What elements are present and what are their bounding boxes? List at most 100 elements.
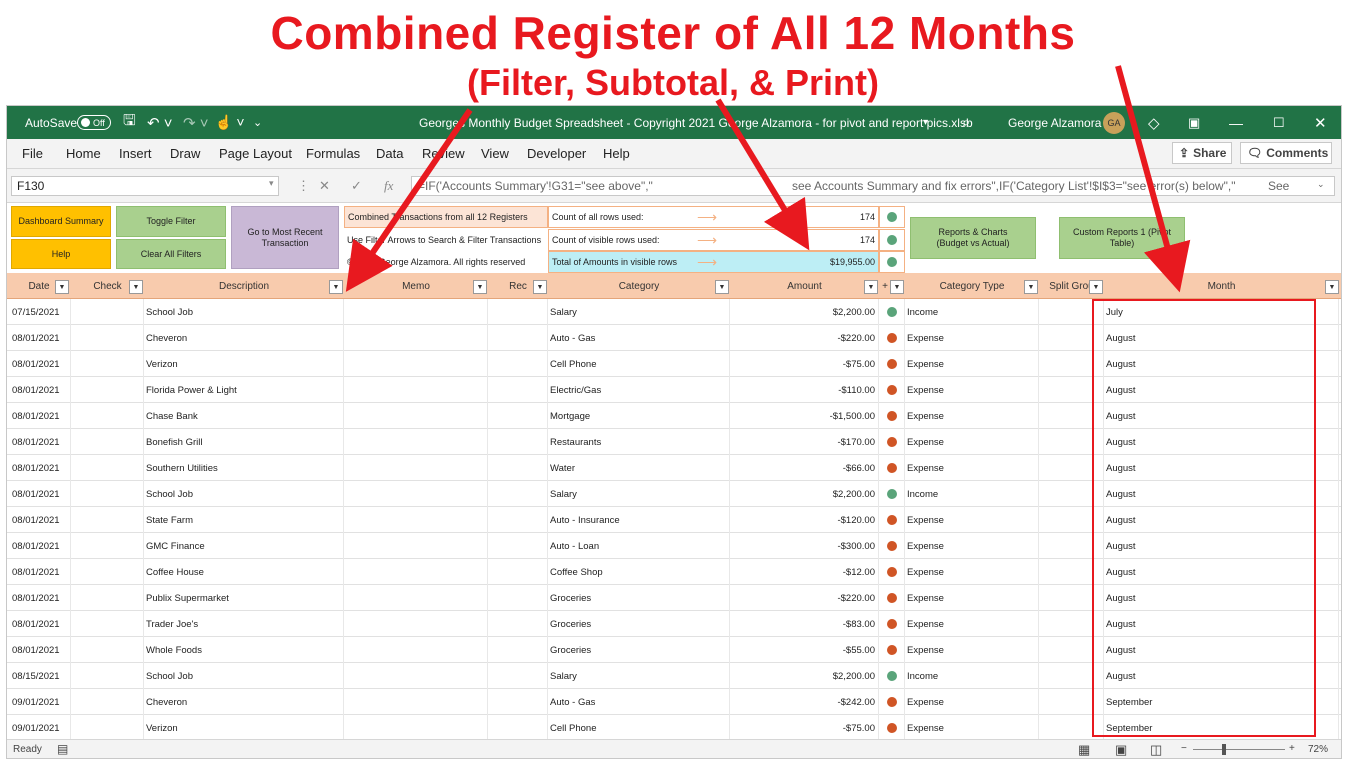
table-row[interactable]: 08/01/2021 Whole Foods Groceries -$55.00 Exp…: [7, 637, 1341, 663]
cell-type[interactable]: Expense: [905, 377, 1039, 403]
cell-amount[interactable]: -$66.00: [730, 455, 879, 481]
cell-category[interactable]: Auto - Insurance: [548, 507, 730, 533]
search-icon[interactable]: ⌕: [962, 106, 970, 139]
cell-date[interactable]: 08/01/2021: [7, 403, 71, 429]
cell-split[interactable]: [1039, 429, 1104, 455]
cell-month[interactable]: August: [1104, 455, 1339, 481]
close-icon[interactable]: ✕: [1314, 106, 1327, 139]
maximize-icon[interactable]: ☐: [1273, 106, 1285, 139]
tab-page-layout[interactable]: Page Layout: [219, 146, 292, 161]
cell-month[interactable]: August: [1104, 351, 1339, 377]
cell-category[interactable]: Cell Phone: [548, 715, 730, 739]
diamond-icon[interactable]: ◇: [1148, 106, 1160, 139]
cell-amount[interactable]: -$300.00: [730, 533, 879, 559]
cell-date[interactable]: 08/01/2021: [7, 481, 71, 507]
cell-split[interactable]: [1039, 715, 1104, 739]
tab-home[interactable]: Home: [66, 146, 101, 161]
cell-status[interactable]: [879, 403, 905, 429]
cell-rec[interactable]: [488, 689, 548, 715]
cell-memo[interactable]: [344, 299, 488, 325]
filter-flag-button[interactable]: ▼: [890, 280, 904, 294]
cancel-icon[interactable]: ✕: [319, 178, 330, 194]
tab-data[interactable]: Data: [376, 146, 403, 161]
tab-help[interactable]: Help: [603, 146, 630, 161]
cell-description[interactable]: Coffee House: [144, 559, 344, 585]
cell-rec[interactable]: [488, 611, 548, 637]
user-name[interactable]: George Alzamora: [1008, 106, 1101, 139]
table-row[interactable]: 08/01/2021 School Job Salary $2,200.00 Incom…: [7, 481, 1341, 507]
cell-memo[interactable]: [344, 325, 488, 351]
table-row[interactable]: 08/01/2021 Verizon Cell Phone -$75.00 Expens…: [7, 351, 1341, 377]
cell-category[interactable]: Auto - Loan: [548, 533, 730, 559]
filter-rec-button[interactable]: ▼: [533, 280, 547, 294]
cell-category[interactable]: Mortgage: [548, 403, 730, 429]
cell-check[interactable]: [71, 611, 144, 637]
cell-month[interactable]: August: [1104, 325, 1339, 351]
cell-rec[interactable]: [488, 429, 548, 455]
cell-amount[interactable]: -$120.00: [730, 507, 879, 533]
filter-category-button[interactable]: ▼: [715, 280, 729, 294]
cell-rec[interactable]: [488, 715, 548, 739]
cell-month[interactable]: August: [1104, 533, 1339, 559]
cell-status[interactable]: [879, 377, 905, 403]
cell-rec[interactable]: [488, 663, 548, 689]
cell-description[interactable]: Southern Utilities: [144, 455, 344, 481]
cell-category[interactable]: Groceries: [548, 585, 730, 611]
cell-month[interactable]: August: [1104, 507, 1339, 533]
cell-month[interactable]: August: [1104, 611, 1339, 637]
cell-memo[interactable]: [344, 507, 488, 533]
cell-category[interactable]: Cell Phone: [548, 351, 730, 377]
help-button[interactable]: Help: [11, 239, 111, 269]
cell-split[interactable]: [1039, 481, 1104, 507]
cell-status[interactable]: [879, 533, 905, 559]
cell-rec[interactable]: [488, 507, 548, 533]
cell-date[interactable]: 08/01/2021: [7, 611, 71, 637]
cell-date[interactable]: 08/01/2021: [7, 325, 71, 351]
cell-date[interactable]: 08/01/2021: [7, 533, 71, 559]
cell-amount[interactable]: -$242.00: [730, 689, 879, 715]
cell-description[interactable]: School Job: [144, 663, 344, 689]
cell-memo[interactable]: [344, 533, 488, 559]
table-row[interactable]: 09/01/2021 Cheveron Auto - Gas -$242.00 Expe…: [7, 689, 1341, 715]
cell-description[interactable]: Florida Power & Light: [144, 377, 344, 403]
custom-reports-button[interactable]: Custom Reports 1 (Pivot Table): [1059, 217, 1185, 259]
cell-date[interactable]: 08/01/2021: [7, 507, 71, 533]
cell-amount[interactable]: -$220.00: [730, 325, 879, 351]
cell-rec[interactable]: [488, 559, 548, 585]
cell-memo[interactable]: [344, 351, 488, 377]
namebox-dropdown-icon[interactable]: ▾: [269, 178, 274, 189]
cell-category[interactable]: Restaurants: [548, 429, 730, 455]
cell-split[interactable]: [1039, 585, 1104, 611]
cell-date[interactable]: 08/01/2021: [7, 585, 71, 611]
cell-date[interactable]: 09/01/2021: [7, 715, 71, 739]
cell-amount[interactable]: -$75.00: [730, 351, 879, 377]
cell-split[interactable]: [1039, 689, 1104, 715]
cell-month[interactable]: August: [1104, 429, 1339, 455]
cell-status[interactable]: [879, 715, 905, 739]
cell-month[interactable]: August: [1104, 403, 1339, 429]
cell-memo[interactable]: [344, 559, 488, 585]
cell-description[interactable]: School Job: [144, 481, 344, 507]
cell-category[interactable]: Groceries: [548, 611, 730, 637]
tab-insert[interactable]: Insert: [119, 146, 152, 161]
cell-type[interactable]: Expense: [905, 689, 1039, 715]
cell-month[interactable]: September: [1104, 689, 1339, 715]
cell-type[interactable]: Expense: [905, 611, 1039, 637]
cell-type[interactable]: Expense: [905, 351, 1039, 377]
filter-memo-button[interactable]: ▼: [473, 280, 487, 294]
cell-rec[interactable]: [488, 299, 548, 325]
cell-rec[interactable]: [488, 481, 548, 507]
cell-amount[interactable]: $2,200.00: [730, 663, 879, 689]
cell-check[interactable]: [71, 351, 144, 377]
cell-check[interactable]: [71, 689, 144, 715]
cell-category[interactable]: Auto - Gas: [548, 325, 730, 351]
cell-month[interactable]: July: [1104, 299, 1339, 325]
table-row[interactable]: 08/01/2021 GMC Finance Auto - Loan -$300.00…: [7, 533, 1341, 559]
cell-check[interactable]: [71, 585, 144, 611]
cell-month[interactable]: August: [1104, 377, 1339, 403]
cell-amount[interactable]: -$170.00: [730, 429, 879, 455]
table-row[interactable]: 08/01/2021 Bonefish Grill Restaurants -$170…: [7, 429, 1341, 455]
cell-date[interactable]: 08/15/2021: [7, 663, 71, 689]
cell-date[interactable]: 08/01/2021: [7, 429, 71, 455]
filter-amount-button[interactable]: ▼: [864, 280, 878, 294]
